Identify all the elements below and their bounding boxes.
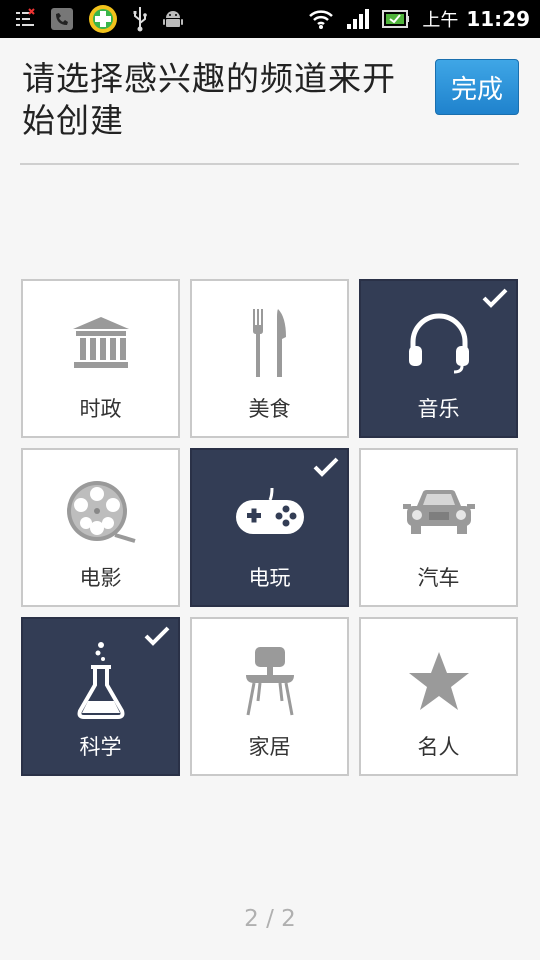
channel-label: 时政 [79, 397, 122, 421]
channel-tile-food[interactable]: 美食 [190, 279, 349, 438]
headphones-icon [361, 303, 516, 383]
channel-tile-cars[interactable]: 汽车 [359, 448, 518, 607]
page-title: 请选择感兴趣的频道来开始创建 [22, 59, 396, 140]
channel-tile-politics[interactable]: 时政 [21, 279, 180, 438]
done-button[interactable]: 完成 [435, 59, 519, 115]
channel-label: 汽车 [417, 566, 460, 590]
government-building-icon [23, 303, 178, 383]
notification-list-icon [14, 8, 36, 30]
status-bar: 上午 11:29 [0, 0, 540, 38]
channel-label: 美食 [248, 397, 291, 421]
channel-tile-science[interactable]: 科学 [21, 617, 180, 776]
chair-icon [192, 641, 347, 721]
status-ampm: 上午 [422, 10, 459, 31]
flask-icon [23, 641, 178, 721]
divider [20, 163, 519, 165]
star-icon [361, 641, 516, 721]
gamepad-icon [192, 472, 347, 552]
signal-icon [346, 8, 370, 30]
battery-icon [382, 8, 410, 30]
channel-grid: 时政 美食 音乐 电影 电玩 汽车 科学 家居 名人 [21, 279, 519, 777]
channel-label: 电影 [79, 566, 122, 590]
missed-call-icon [50, 7, 74, 31]
channel-label: 科学 [79, 735, 122, 759]
channel-tile-celebrities[interactable]: 名人 [359, 617, 518, 776]
android-debug-icon [162, 8, 184, 30]
channel-label: 家居 [248, 735, 291, 759]
channel-tile-music[interactable]: 音乐 [359, 279, 518, 438]
wifi-icon [308, 8, 334, 30]
channel-label: 电玩 [248, 566, 291, 590]
fork-knife-icon [192, 303, 347, 383]
film-reel-icon [23, 472, 178, 552]
channel-tile-movies[interactable]: 电影 [21, 448, 180, 607]
page-indicator: 2 / 2 [244, 906, 296, 932]
usb-icon [132, 6, 148, 32]
channel-label: 音乐 [417, 397, 460, 421]
channel-label: 名人 [417, 735, 460, 759]
car-icon [361, 472, 516, 552]
channel-tile-home[interactable]: 家居 [190, 617, 349, 776]
security-app-icon [88, 4, 118, 34]
channel-tile-games[interactable]: 电玩 [190, 448, 349, 607]
status-time: 11:29 [466, 7, 530, 31]
